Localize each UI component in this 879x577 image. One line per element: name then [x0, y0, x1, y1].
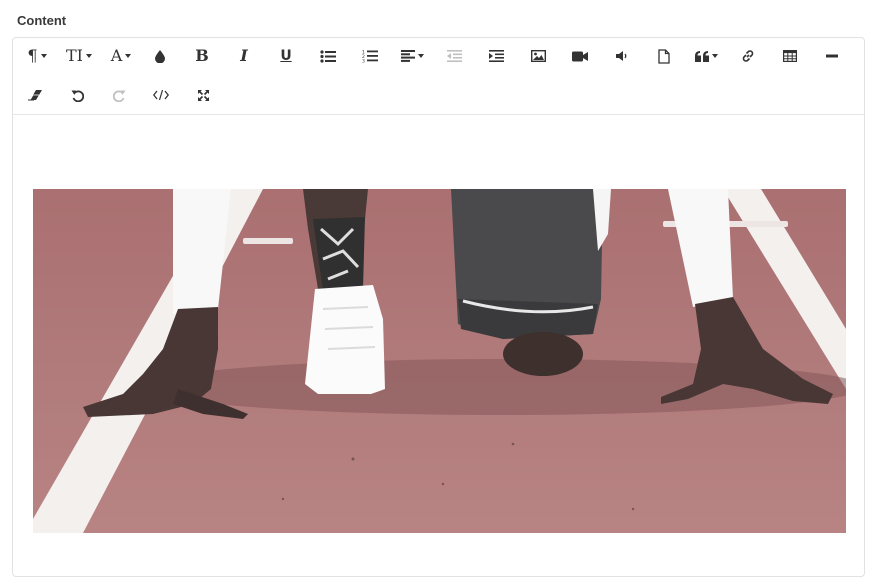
chevron-down-icon: [417, 54, 424, 58]
horizontal-rule-button[interactable]: [815, 41, 849, 71]
paragraph-style-button[interactable]: ¶: [20, 41, 54, 71]
undo-button[interactable]: [60, 80, 94, 110]
image-icon: [530, 50, 546, 62]
align-button[interactable]: [395, 41, 429, 71]
font-icon: A: [110, 46, 123, 65]
italic-icon: I: [240, 46, 248, 65]
quote-icon: [694, 50, 709, 62]
clear-formatting-button[interactable]: [18, 80, 52, 110]
minus-icon: [826, 54, 838, 58]
font-family-button[interactable]: A: [104, 41, 138, 71]
chevron-down-icon: [125, 54, 132, 58]
outdent-button[interactable]: [437, 41, 471, 71]
insert-image-button[interactable]: [521, 41, 555, 71]
indent-icon: [488, 50, 504, 62]
font-size-button[interactable]: TI: [62, 41, 96, 71]
quote-button[interactable]: [689, 41, 723, 71]
text-height-icon: TI: [66, 46, 83, 65]
volume-icon: [616, 50, 628, 62]
chevron-down-icon: [40, 54, 47, 58]
insert-audio-button[interactable]: [605, 41, 639, 71]
video-camera-icon: [572, 51, 588, 62]
editor-content-area[interactable]: [13, 115, 864, 576]
ordered-list-button[interactable]: 123: [353, 41, 387, 71]
italic-button[interactable]: I: [227, 41, 261, 71]
underline-icon: U: [280, 48, 292, 64]
code-icon: [153, 89, 169, 101]
unordered-list-button[interactable]: [311, 41, 345, 71]
align-left-icon: [400, 50, 415, 62]
runner-photo: [33, 189, 846, 533]
pilcrow-icon: ¶: [27, 46, 38, 65]
code-view-button[interactable]: [144, 80, 178, 110]
text-color-button[interactable]: [143, 41, 177, 71]
editor-toolbar: ¶ TI A B I U 1 2 3: [13, 38, 864, 115]
expand-icon: [197, 89, 210, 102]
redo-icon: [112, 89, 126, 102]
indent-button[interactable]: [479, 41, 513, 71]
outdent-icon: [446, 50, 462, 62]
link-icon: [741, 49, 755, 63]
file-icon: [658, 48, 670, 64]
svg-text:3: 3: [362, 59, 365, 64]
bold-icon: B: [195, 46, 209, 65]
list-ol-icon: 123: [362, 49, 378, 63]
insert-link-button[interactable]: [731, 41, 765, 71]
chevron-down-icon: [711, 54, 718, 58]
droplet-icon: [154, 49, 166, 63]
undo-icon: [71, 89, 84, 102]
underline-button[interactable]: U: [269, 41, 303, 71]
table-icon: [783, 50, 797, 62]
chevron-down-icon: [86, 54, 92, 58]
content-field-label: Content: [17, 13, 67, 28]
list-ul-icon: [320, 49, 336, 63]
content-image[interactable]: [33, 189, 846, 533]
redo-button[interactable]: [102, 80, 136, 110]
fullscreen-button[interactable]: [186, 80, 220, 110]
bold-button[interactable]: B: [185, 41, 219, 71]
insert-video-button[interactable]: [563, 41, 597, 71]
rich-text-editor: ¶ TI A B I U 1 2 3: [12, 37, 865, 577]
insert-table-button[interactable]: [773, 41, 807, 71]
eraser-icon: [27, 89, 43, 101]
insert-file-button[interactable]: [647, 41, 681, 71]
